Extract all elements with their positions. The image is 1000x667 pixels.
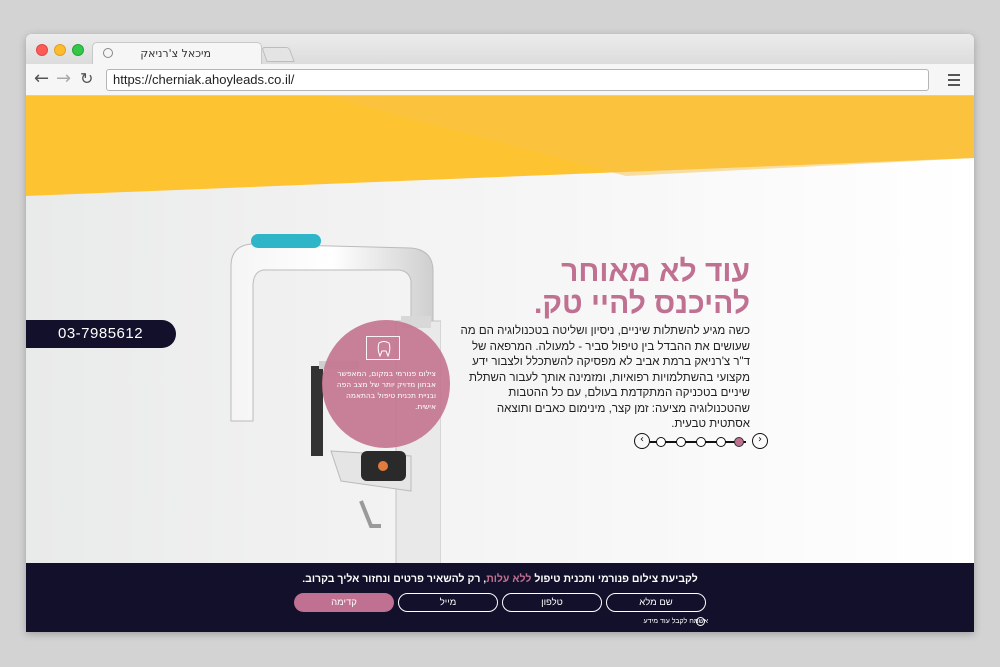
slider-dot-5-active[interactable]: [734, 437, 744, 447]
body-paragraph: כשה מגיע להשתלות שיניים, ניסיון ושליטה ב…: [460, 325, 750, 430]
slider-dot-2[interactable]: [676, 437, 686, 447]
page-viewport: 03-7985612 צילום פנורמי במקום, המאפשר אב…: [26, 96, 974, 632]
headline-line-1: עוד לא מאוחר: [561, 255, 750, 288]
back-arrow-icon[interactable]: ←: [34, 69, 49, 89]
email-field[interactable]: מייל: [398, 593, 498, 612]
form-title-before: לקביעת צילום פנורמי ותכנית טיפול: [534, 573, 698, 585]
slider-dot-1[interactable]: [656, 437, 666, 447]
headline-line-2: להיכנס להיי טק.: [534, 287, 750, 320]
phone-number-badge[interactable]: 03-7985612: [26, 320, 176, 348]
slider-dot-4[interactable]: [716, 437, 726, 447]
reload-icon[interactable]: ↻: [80, 69, 93, 89]
slider-dot-3[interactable]: [696, 437, 706, 447]
forward-arrow-icon[interactable]: →: [56, 69, 71, 89]
minimize-window-button[interactable]: [54, 44, 66, 56]
lead-form-bar: לקביעת צילום פנורמי ותכנית טיפול ללא עלו…: [26, 563, 974, 632]
form-title-after: , רק להשאיר פרטים ונחזור אליך בקרוב.: [302, 573, 487, 585]
browser-tab[interactable]: מיכאל צ'רניאק: [92, 42, 262, 64]
close-window-button[interactable]: [36, 44, 48, 56]
feature-circle-text: צילום פנורמי במקום, המאפשר אבחון מדויק י…: [336, 369, 436, 411]
browser-window: מיכאל צ'רניאק ← → ↻ https://cherniak.aho…: [26, 34, 974, 632]
slider-prev-arrow-icon[interactable]: ‹: [634, 433, 650, 449]
globe-icon: [103, 48, 113, 58]
tooth-icon: [366, 336, 400, 360]
browser-toolbar: ← → ↻ https://cherniak.ahoyleads.co.il/: [26, 64, 974, 96]
feature-circle: צילום פנורמי במקום, המאפשר אבחון מדויק י…: [322, 320, 450, 448]
submit-button[interactable]: קדימה: [294, 593, 394, 612]
form-title: לקביעת צילום פנורמי ותכנית טיפול ללא עלו…: [26, 573, 974, 585]
page-headline: עוד לא מאוחר להיכנס להיי טק.: [450, 256, 750, 320]
slider-next-arrow-icon[interactable]: ›: [752, 433, 768, 449]
tab-title: מיכאל צ'רניאק: [140, 47, 211, 60]
slider-navigation: ‹ ›: [634, 433, 768, 449]
yellow-header-band: [26, 96, 974, 196]
maximize-window-button[interactable]: [72, 44, 84, 56]
consent-label: אשמח לקבל עוד מידע: [643, 618, 709, 625]
hamburger-menu-icon[interactable]: [948, 74, 960, 86]
new-tab-button[interactable]: [261, 47, 295, 62]
form-title-highlight: ללא עלות: [486, 573, 532, 585]
phone-field[interactable]: טלפון: [502, 593, 602, 612]
address-bar[interactable]: https://cherniak.ahoyleads.co.il/: [106, 69, 929, 91]
full-name-field[interactable]: שם מלא: [606, 593, 706, 612]
title-bar: מיכאל צ'רניאק: [26, 34, 974, 64]
